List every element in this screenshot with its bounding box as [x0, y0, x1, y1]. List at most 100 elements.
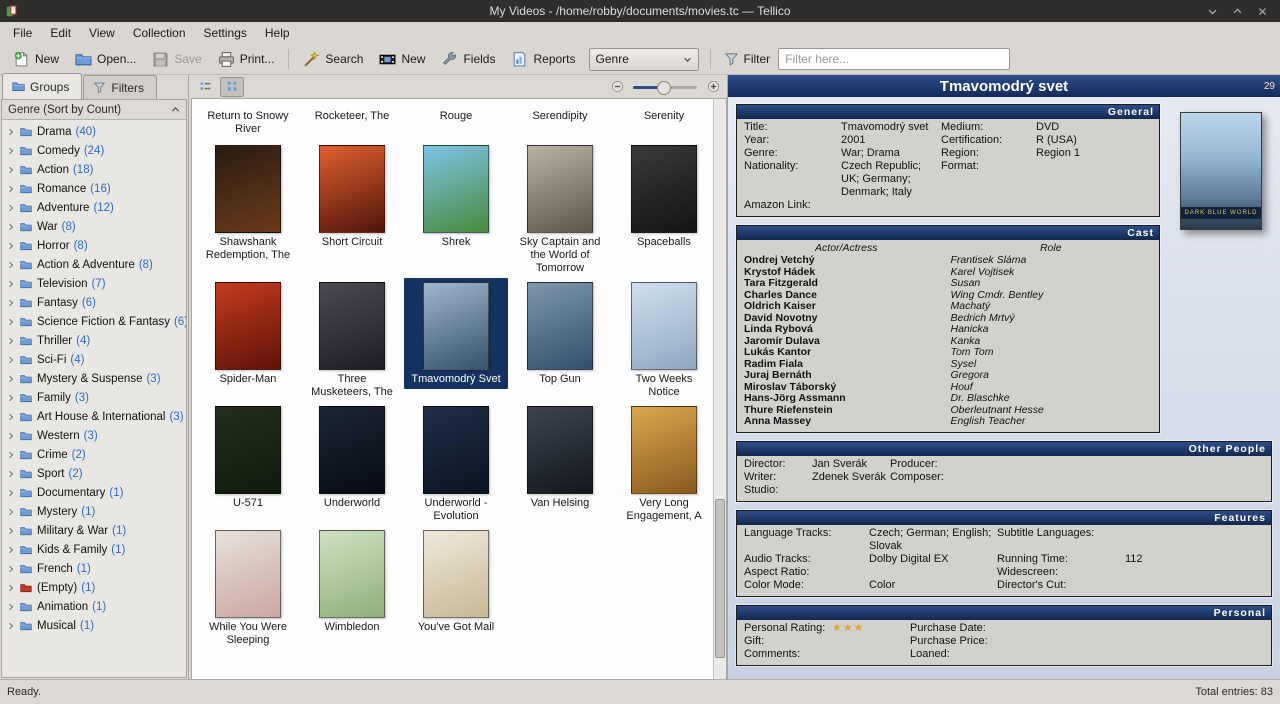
- movie-entry[interactable]: Spaceballs: [612, 141, 716, 278]
- movie-entry[interactable]: Return to Snowy River: [196, 103, 300, 139]
- movie-entry[interactable]: Wimbledon: [300, 526, 404, 650]
- group-item[interactable]: Science Fiction & Fantasy(6): [2, 312, 186, 331]
- group-item[interactable]: Mystery & Suspense(3): [2, 369, 186, 388]
- group-tree-header[interactable]: Genre (Sort by Count): [2, 100, 186, 120]
- menu-edit[interactable]: Edit: [41, 24, 80, 42]
- group-item[interactable]: Romance(16): [2, 179, 186, 198]
- zoom-out-button[interactable]: [607, 78, 627, 96]
- folder-icon: [19, 126, 33, 138]
- group-item[interactable]: Comedy(24): [2, 141, 186, 160]
- group-item[interactable]: Fantasy(6): [2, 293, 186, 312]
- icon-size-slider[interactable]: [633, 79, 697, 95]
- movie-entry[interactable]: Rouge: [404, 103, 508, 139]
- zoom-in-icon: [707, 80, 720, 93]
- scrollbar-thumb[interactable]: [715, 499, 725, 658]
- movie-entry[interactable]: Two Weeks Notice: [612, 278, 716, 402]
- fields-button[interactable]: Fields: [434, 48, 502, 71]
- movie-entry[interactable]: Tmavomodrý Svet: [404, 278, 508, 402]
- new-collection-button[interactable]: New: [6, 48, 66, 71]
- menu-file[interactable]: File: [4, 24, 41, 42]
- group-item[interactable]: War(8): [2, 217, 186, 236]
- cast-role: Tom Tom: [949, 347, 1154, 359]
- group-item[interactable]: (Empty)(1): [2, 578, 186, 597]
- field-value: Czech; German; English; Slovak: [869, 527, 997, 553]
- icon-view-button[interactable]: [220, 77, 244, 97]
- filter-input[interactable]: [778, 48, 1010, 70]
- group-item[interactable]: Sport(2): [2, 464, 186, 483]
- menu-settings[interactable]: Settings: [195, 24, 256, 42]
- group-item[interactable]: Mystery(1): [2, 502, 186, 521]
- group-item[interactable]: Horror(8): [2, 236, 186, 255]
- movie-title: Serenity: [644, 110, 684, 123]
- field-label: Comments:: [744, 648, 832, 661]
- menu-collection[interactable]: Collection: [124, 24, 195, 42]
- group-item[interactable]: Western(3): [2, 426, 186, 445]
- movie-entry[interactable]: Top Gun: [508, 278, 612, 402]
- reports-button[interactable]: Reports: [504, 48, 582, 71]
- tab-groups[interactable]: Groups: [2, 73, 82, 99]
- movie-entry[interactable]: You've Got Mail: [404, 526, 508, 650]
- movie-entry[interactable]: While You Were Sleeping: [196, 526, 300, 650]
- field-label: Composer:: [890, 471, 990, 484]
- movie-entry[interactable]: Van Helsing: [508, 402, 612, 526]
- movie-entry[interactable]: Shawshank Redemption, The: [196, 141, 300, 278]
- folder-icon: [19, 354, 33, 366]
- group-item[interactable]: Action & Adventure(8): [2, 255, 186, 274]
- group-item[interactable]: Kids & Family(1): [2, 540, 186, 559]
- zoom-in-button[interactable]: [703, 78, 723, 96]
- group-item[interactable]: Sci-Fi(4): [2, 350, 186, 369]
- search-button[interactable]: Search: [296, 48, 370, 71]
- movie-title: Sky Captain and the World of Tomorrow: [515, 236, 605, 275]
- movie-entry[interactable]: Short Circuit: [300, 141, 404, 278]
- group-by-combobox[interactable]: Genre: [589, 48, 699, 71]
- group-item[interactable]: Art House & International(3): [2, 407, 186, 426]
- field-value: [1036, 160, 1153, 199]
- movie-entry[interactable]: Shrek: [404, 141, 508, 278]
- movie-entry[interactable]: Underworld: [300, 402, 404, 526]
- group-count: (7): [92, 278, 106, 290]
- expander-chevron-icon: [7, 166, 15, 174]
- maximize-icon[interactable]: [1232, 6, 1243, 17]
- group-item[interactable]: Military & War(1): [2, 521, 186, 540]
- menu-view[interactable]: View: [80, 24, 124, 42]
- field-label: Language Tracks:: [744, 527, 869, 553]
- group-item[interactable]: Crime(2): [2, 445, 186, 464]
- group-item[interactable]: Musical(1): [2, 616, 186, 635]
- group-item[interactable]: Thriller(4): [2, 331, 186, 350]
- group-item[interactable]: Television(7): [2, 274, 186, 293]
- group-item[interactable]: Drama(40): [2, 122, 186, 141]
- close-icon[interactable]: [1257, 6, 1268, 17]
- group-item[interactable]: Documentary(1): [2, 483, 186, 502]
- folder-icon: [19, 164, 33, 176]
- save-button[interactable]: Save: [145, 48, 208, 71]
- menu-help[interactable]: Help: [256, 24, 299, 42]
- movie-entry[interactable]: Spider-Man: [196, 278, 300, 402]
- list-view-button[interactable]: [193, 77, 217, 97]
- movie-entry[interactable]: Serenity: [612, 103, 716, 139]
- search-wand-icon: [303, 51, 320, 68]
- movie-entry[interactable]: Rocketeer, The: [300, 103, 404, 139]
- movie-entry[interactable]: Very Long Engagement, A: [612, 402, 716, 526]
- movie-entry[interactable]: Underworld - Evolution: [404, 402, 508, 526]
- vertical-scrollbar[interactable]: [713, 99, 726, 679]
- field-value: [990, 458, 1265, 471]
- group-count: (12): [93, 202, 113, 214]
- section-cast: Cast Actor/ActressRoleOndrej VetchýFrant…: [736, 225, 1160, 433]
- group-item[interactable]: Adventure(12): [2, 198, 186, 217]
- group-item[interactable]: Action(18): [2, 160, 186, 179]
- new-entry-button[interactable]: New: [372, 48, 432, 71]
- movie-entry[interactable]: U-571: [196, 402, 300, 526]
- group-item[interactable]: Animation(1): [2, 597, 186, 616]
- movie-entry[interactable]: Serendipity: [508, 103, 612, 139]
- movie-entry[interactable]: Sky Captain and the World of Tomorrow: [508, 141, 612, 278]
- tab-filters[interactable]: Filters: [83, 75, 157, 99]
- group-item[interactable]: Family(3): [2, 388, 186, 407]
- minimize-icon[interactable]: [1207, 6, 1218, 17]
- group-item[interactable]: French(1): [2, 559, 186, 578]
- print-button[interactable]: Print...: [211, 48, 282, 71]
- open-button[interactable]: Open...: [68, 48, 143, 71]
- slider-thumb[interactable]: [657, 81, 671, 95]
- window-title: My Videos - /home/robby/documents/movies…: [0, 4, 1280, 18]
- field-value: 2001: [841, 134, 941, 147]
- movie-entry[interactable]: Three Musketeers, The: [300, 278, 404, 402]
